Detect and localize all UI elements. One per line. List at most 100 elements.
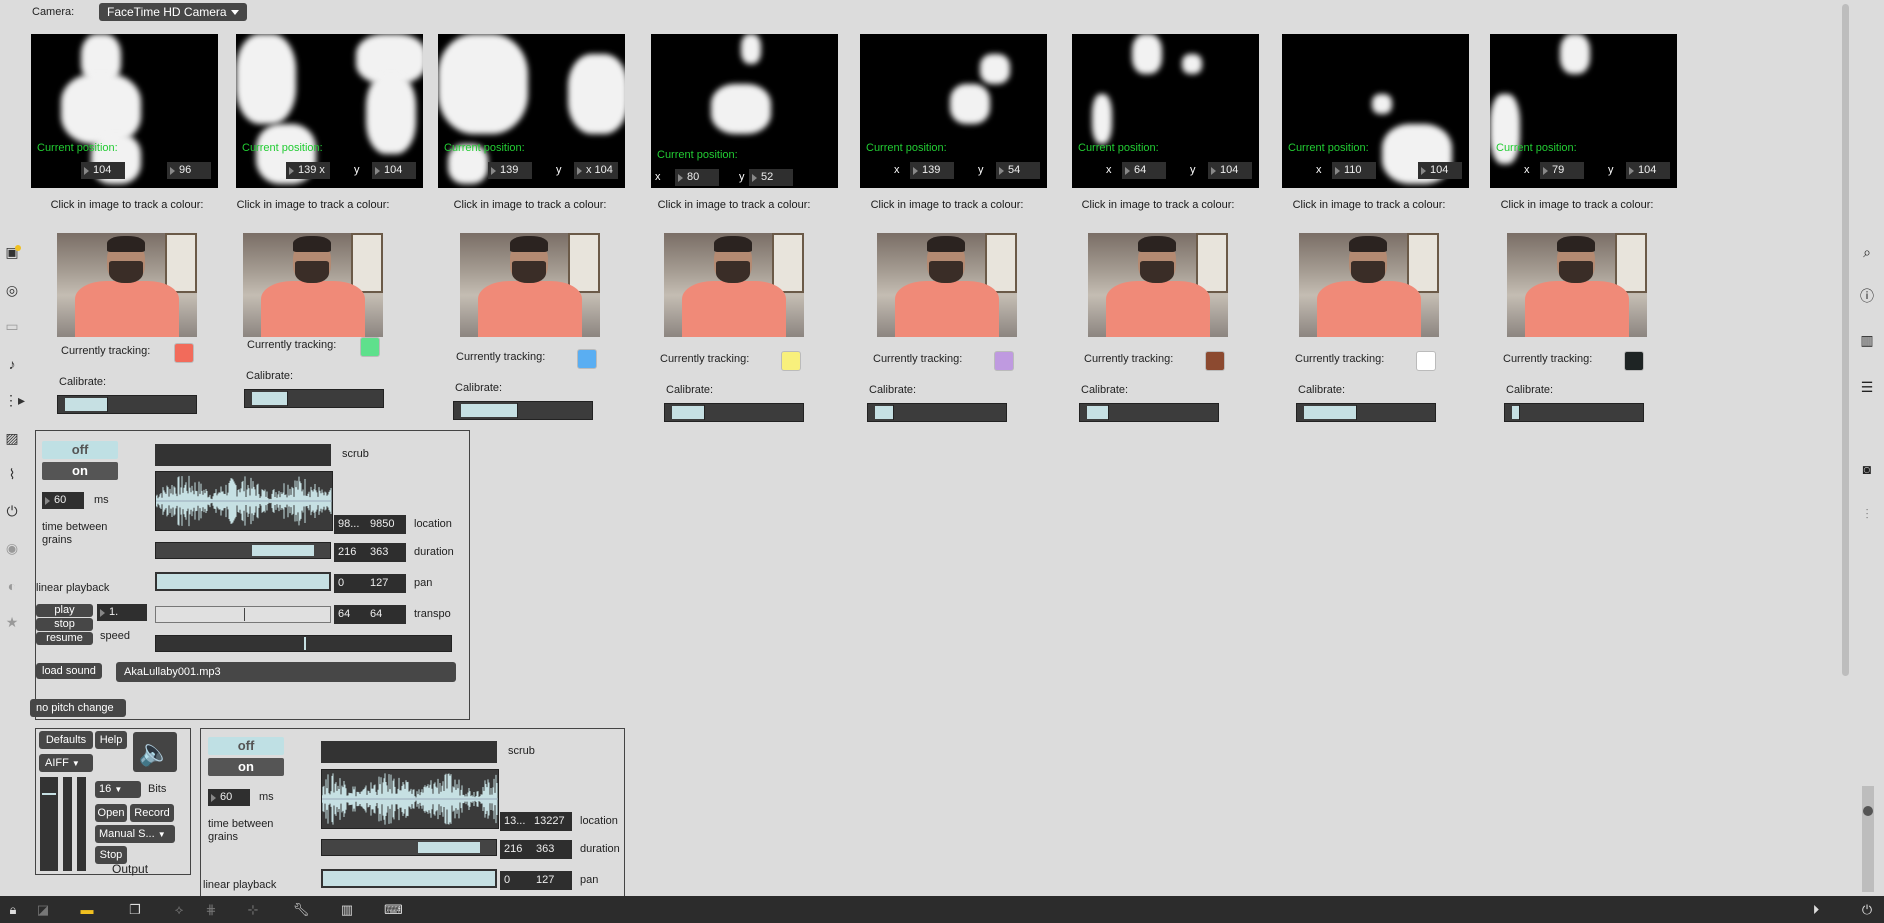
x-position-number[interactable]: 80 [675,169,719,186]
star-icon[interactable]: ★ [4,614,20,630]
colour-picker-image[interactable] [1299,233,1439,337]
y-position-number[interactable]: 104 [1418,162,1462,179]
on-toggle[interactable]: on [42,462,118,480]
tracking-camera-view[interactable]: Current position: x 79 y 104 [1490,34,1677,188]
image-icon[interactable]: ▨ [4,430,20,446]
tracked-colour-swatch[interactable] [781,351,801,371]
x-position-number[interactable]: 139 x [286,162,330,179]
keyboard-icon[interactable]: ⌨ [384,903,403,917]
tracking-camera-view[interactable]: Current position: 139 y x 104 [438,34,625,188]
tracking-camera-view[interactable]: Current position: x 139 y 54 [860,34,1047,188]
y-position-number[interactable]: 104 [1626,162,1670,179]
y-position-number[interactable]: 54 [996,162,1040,179]
colour-picker-image[interactable] [664,233,804,337]
bits-select[interactable]: 16 ▼ [95,781,141,798]
transpo-slider[interactable] [155,606,331,623]
y-position-number[interactable]: 104 [372,162,416,179]
edit-icon[interactable]: ◪ [34,903,52,917]
calibrate-range-slider[interactable] [57,395,197,414]
defaults-button[interactable]: Defaults [39,731,93,749]
waveform-display[interactable] [155,471,333,531]
scrub-slider-2[interactable] [321,741,497,763]
filename-display[interactable]: AkaLullaby001.mp3 [116,662,456,682]
tracked-colour-swatch[interactable] [1205,351,1225,371]
x-position-number[interactable]: 64 [1122,162,1166,179]
wrench-icon[interactable]: 🔧︎ [292,903,310,917]
location-values[interactable]: 98... 9850 [334,515,406,534]
x-position-number[interactable]: 104 [81,162,125,179]
y-position-number[interactable]: 96 [167,162,211,179]
off-toggle[interactable]: off [42,441,118,459]
load-sound-button[interactable]: load sound [36,663,102,679]
calibrate-range-slider[interactable] [664,403,804,422]
plug-icon[interactable]: ⏻ [4,503,20,519]
on-toggle-2[interactable]: on [208,758,284,776]
location-values-2[interactable]: 13... 13227 [500,812,572,831]
open-button[interactable]: Open [95,804,127,822]
calibrate-range-slider[interactable] [867,403,1007,422]
y-position-number[interactable]: 104 [1208,162,1252,179]
resume-button[interactable]: resume [36,632,93,645]
colour-picker-image[interactable] [57,233,197,337]
media-icon[interactable]: ⋮▸ [4,392,25,408]
brush-icon[interactable]: ◐ [4,578,20,594]
piano-icon[interactable]: ▥ [338,903,356,917]
speed-slider[interactable] [155,635,452,652]
speaker-icon[interactable]: 🔈 [133,732,177,772]
pan-values[interactable]: 0 127 [334,574,406,593]
duration-slider[interactable] [155,542,331,559]
help-button[interactable]: Help [95,731,127,749]
list-icon[interactable]: ☰ [1858,378,1876,396]
tracking-camera-view[interactable]: Current position: x 110 104 [1282,34,1469,188]
record-button[interactable]: Record [130,804,174,822]
layers-icon[interactable]: ❐ [126,903,144,917]
tracked-colour-swatch[interactable] [174,343,194,363]
ms-number-2[interactable]: 60 [208,789,250,806]
calibrate-range-slider[interactable] [1079,403,1219,422]
grid-icon[interactable]: ⋕ [202,903,220,917]
calibrate-range-slider[interactable] [1504,403,1644,422]
tracked-colour-swatch[interactable] [994,351,1014,371]
tracked-colour-swatch[interactable] [577,349,597,369]
pan-slider[interactable] [155,572,331,591]
waveform-display-2[interactable] [321,769,499,829]
play-button[interactable]: play [36,604,93,617]
no-pitch-change-button[interactable]: no pitch change [30,699,126,717]
v8-icon[interactable]: ◉ [4,540,20,556]
tracked-colour-swatch[interactable] [360,337,380,357]
snap-icon[interactable]: ⊹ [244,903,262,917]
music-note-icon[interactable]: ♪ [4,356,20,372]
vertical-scrollbar[interactable] [1842,4,1849,676]
calibrate-range-slider[interactable] [1296,403,1436,422]
camera-select[interactable]: FaceTime HD Camera [99,3,247,21]
format-select[interactable]: AIFF ▼ [39,754,93,772]
book-icon[interactable]: ▥ [1858,331,1876,349]
pan-values-2[interactable]: 0 127 [500,871,572,890]
x-position-number[interactable]: 110 [1332,162,1376,179]
x-position-number[interactable]: 79 [1540,162,1584,179]
stop-button[interactable]: stop [36,618,93,631]
mixer-icon[interactable]: ⫶ [1858,505,1876,523]
ms-number[interactable]: 60 [42,492,84,509]
tracking-camera-view[interactable]: Current position: 104 96 [31,34,218,188]
tracking-camera-view[interactable]: Current position: 139 x y 104 [236,34,423,188]
play-circle-icon[interactable]: ⏵ [1807,903,1825,917]
volume-meter[interactable] [1862,786,1874,892]
x-position-number[interactable]: 139 [910,162,954,179]
patch-icon[interactable]: ⟡ [170,903,188,917]
tracking-camera-view[interactable]: Current position: x 64 y 104 [1072,34,1259,188]
tracked-colour-swatch[interactable] [1416,351,1436,371]
colour-picker-image[interactable] [877,233,1017,337]
paperclip-icon[interactable]: ⌇ [4,466,20,482]
transpo-values[interactable]: 64 64 [334,605,406,624]
target-icon[interactable]: ◎ [4,282,20,298]
colour-picker-image[interactable] [1088,233,1228,337]
calibrate-range-slider[interactable] [453,401,593,420]
camera-icon[interactable]: ◙ [1858,460,1876,478]
duration-slider-2[interactable] [321,839,497,856]
info-icon[interactable]: ⓘ [1858,287,1876,305]
y-position-number[interactable]: 52 [749,169,793,186]
calibrate-range-slider[interactable] [244,389,384,408]
tracking-camera-view[interactable]: Current position: x 80 y 52 [651,34,838,188]
scrub-slider[interactable] [155,444,331,466]
